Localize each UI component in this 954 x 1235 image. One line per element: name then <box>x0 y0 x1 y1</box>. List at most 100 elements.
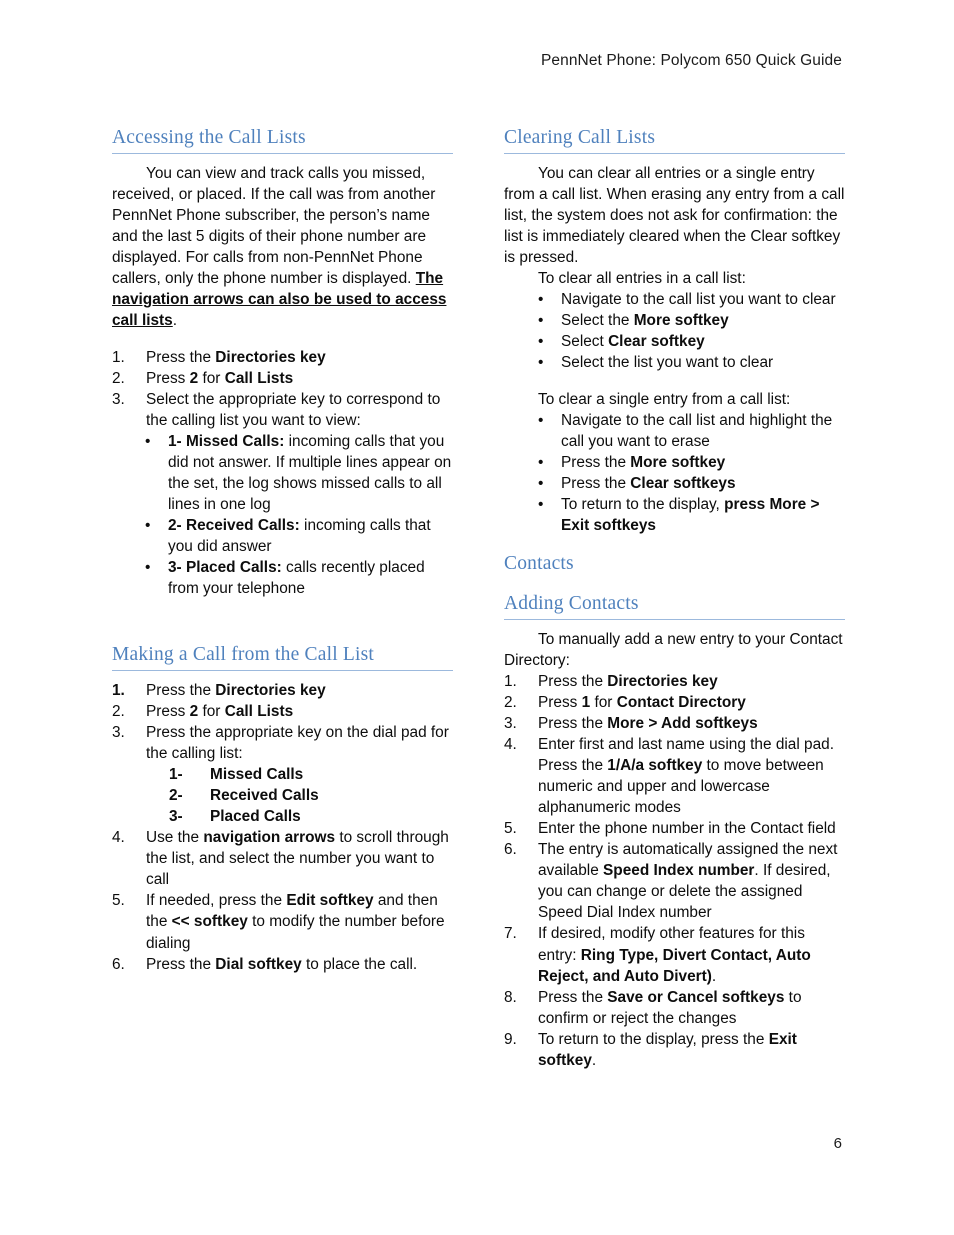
bullet-text: Select the list you want to clear <box>561 354 774 372</box>
step-bold-2: Call Lists <box>224 703 294 721</box>
step-text: If needed, press the <box>146 892 287 910</box>
list-item: 6. The entry is automatically assigned th… <box>504 839 845 923</box>
list-marker: 5. <box>112 892 125 910</box>
list-item: 3. Press the appropriate key on the dial … <box>112 722 453 764</box>
list-item: 2. Press 1 for Contact Directory <box>504 692 845 713</box>
list-making-a-call-steps-continued: 4. Use the navigation arrows to scroll th… <box>112 827 453 974</box>
list-marker: 4. <box>504 736 517 754</box>
bullet-bold: 2- Received Calls: <box>168 517 300 535</box>
list-marker: 5. <box>504 820 517 838</box>
list-item: 3- Placed Calls <box>112 806 453 827</box>
bullet-text: To return to the display, <box>561 496 725 514</box>
list-marker: 8. <box>504 988 517 1006</box>
bullet-icon: • <box>538 496 544 514</box>
lead-in-clear-all-entries: To clear all entries in a call list: <box>538 270 746 288</box>
step-text: Press the <box>146 955 216 973</box>
bullet-icon: • <box>538 354 544 372</box>
bullet-icon: • <box>538 312 544 330</box>
heading-adding-contacts: Adding Contacts <box>504 592 845 621</box>
step-text: Press the appropriate key on the dial pa… <box>146 724 449 763</box>
left-column: Accessing the Call Lists You can view an… <box>112 126 453 975</box>
list-marker: 3- <box>169 808 183 826</box>
bullet-icon: • <box>538 333 544 351</box>
bullet-text: Select the <box>561 312 634 330</box>
bullet-icon: • <box>145 433 151 451</box>
list-item: • 3- Placed Calls: calls recently placed … <box>112 557 453 599</box>
step-text: Press the <box>538 673 608 691</box>
step-bold: 2 <box>189 703 199 721</box>
bullet-bold: 3- Placed Calls: <box>168 559 282 577</box>
page-number: 6 <box>833 1135 842 1152</box>
bullet-icon: • <box>538 475 544 493</box>
list-marker: 1- <box>169 766 183 784</box>
list-item: 5. If needed, press the Edit softkey and … <box>112 890 453 953</box>
step-text-post: . <box>711 967 717 985</box>
list-clear-all-entries: • Navigate to the call list you want to c… <box>504 289 845 373</box>
bullet-icon: • <box>145 559 151 577</box>
list-item: • 1- Missed Calls: incoming calls that yo… <box>112 431 453 515</box>
step-bold: Directories key <box>215 682 326 700</box>
list-marker: 6. <box>504 841 517 859</box>
list-marker: 3. <box>112 391 125 409</box>
list-clear-single-entry: • Navigate to the call list and highlight… <box>504 410 845 536</box>
list-call-list-descriptions: • 1- Missed Calls: incoming calls that yo… <box>112 431 453 599</box>
right-column: Clearing Call Lists You can clear all en… <box>504 126 845 1071</box>
step-bold: Save or Cancel softkeys <box>607 988 785 1006</box>
list-marker: 6. <box>112 955 125 973</box>
list-item: 3. Press the More > Add softkeys <box>504 713 845 734</box>
list-marker: 1. <box>112 349 125 367</box>
bullet-icon: • <box>538 291 544 309</box>
list-marker: 2. <box>112 703 125 721</box>
list-item: 2. Press 2 for Call Lists <box>112 701 453 722</box>
step-bold-2: Contact Directory <box>616 694 746 712</box>
step-text-mid: for <box>590 694 617 712</box>
list-item: 8. Press the Save or Cancel softkeys to c… <box>504 987 845 1029</box>
step-text-mid: for <box>198 370 225 388</box>
bullet-text: Select <box>561 333 609 351</box>
lead-in-clear-single-entry: To clear a single entry from a call list… <box>538 391 791 409</box>
bullet-bold: More softkey <box>633 312 729 330</box>
list-marker: 2- <box>169 787 183 805</box>
list-item: 2- Received Calls <box>112 785 453 806</box>
list-item: • Press the Clear softkeys <box>504 473 845 494</box>
bullet-text: Navigate to the call list and highlight … <box>561 412 833 451</box>
heading-accessing-the-call-lists: Accessing the Call Lists <box>112 126 453 154</box>
step-text: Press the <box>538 715 608 733</box>
list-accessing-steps: 1. Press the Directories key 2. Press 2 fo… <box>112 347 453 431</box>
list-item: • 2- Received Calls: incoming calls that … <box>112 515 453 557</box>
list-item: • To return to the display, press More > … <box>504 494 845 536</box>
list-item: 4. Use the navigation arrows to scroll th… <box>112 827 453 890</box>
list-item: 5. Enter the phone number in the Contact … <box>504 818 845 839</box>
paragraph-text-part1: You can view and track calls you missed,… <box>112 165 436 288</box>
step-bold: 1/A/a softkey <box>607 757 703 775</box>
step-text: Press the <box>146 349 216 367</box>
list-marker: 3. <box>112 724 125 742</box>
step-bold: Speed Index number <box>603 862 755 880</box>
paragraph-text-part2: . <box>172 312 178 330</box>
list-item: 9. To return to the display, press the Ex… <box>504 1029 845 1071</box>
list-marker: 2. <box>112 370 125 388</box>
step-text-post: . <box>591 1051 597 1069</box>
list-marker: 1. <box>112 682 125 700</box>
bullet-icon: • <box>538 454 544 472</box>
list-item: • Navigate to the call list and highlight… <box>504 410 845 452</box>
step-bold: More > Add softkeys <box>607 715 758 733</box>
step-bold: Directories key <box>215 349 326 367</box>
list-marker: 9. <box>504 1030 517 1048</box>
bullet-text: Press the <box>561 454 631 472</box>
heading-making-a-call-from-the-call-list: Making a Call from the Call List <box>112 643 453 672</box>
document-header: PennNet Phone: Polycom 650 Quick Guide <box>540 52 842 69</box>
step-text-mid: for <box>198 703 225 721</box>
list-marker: 1. <box>504 673 517 691</box>
bullet-text: Navigate to the call list you want to cl… <box>561 291 836 309</box>
list-item: 1. Press the Directories key <box>504 671 845 692</box>
list-marker: 4. <box>112 829 125 847</box>
